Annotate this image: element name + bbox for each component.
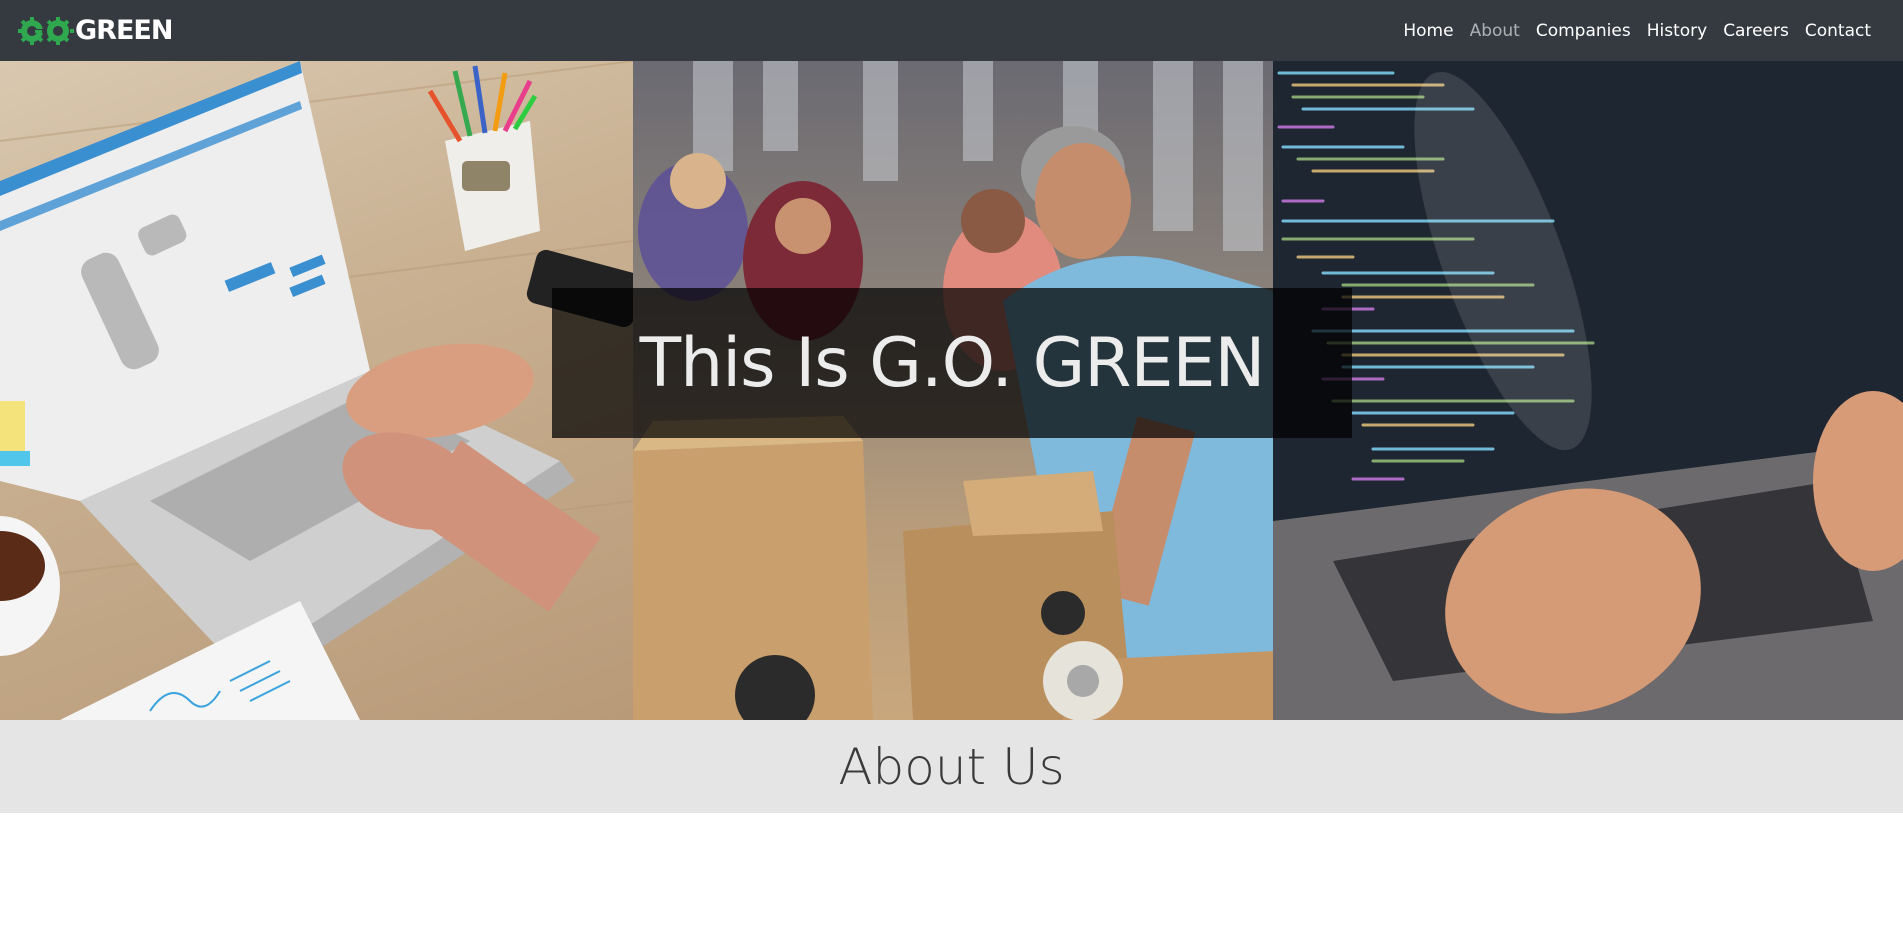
about-section-header: About Us: [0, 720, 1903, 813]
brand-logo: GREEN: [18, 15, 173, 46]
about-title: About Us: [838, 737, 1065, 796]
brand-name: GREEN: [75, 15, 173, 46]
go-logo-icon: [18, 16, 74, 46]
navbar: GREEN Home About Companies History Caree…: [0, 0, 1903, 61]
brand-logo-link[interactable]: GREEN: [18, 11, 173, 51]
nav-links: Home About Companies History Careers Con…: [1395, 21, 1879, 41]
nav-link-companies[interactable]: Companies: [1528, 21, 1639, 41]
nav-link-careers[interactable]: Careers: [1715, 21, 1797, 41]
nav-link-home[interactable]: Home: [1395, 21, 1461, 41]
nav-link-about[interactable]: About: [1462, 21, 1528, 41]
laptop-shopping-photo: [0, 61, 633, 720]
code-laptop-photo: [1273, 61, 1903, 720]
hero-banner: This Is G.O. GREEN: [552, 288, 1352, 438]
hero-section: This Is G.O. GREEN: [0, 61, 1903, 720]
nav-link-contact[interactable]: Contact: [1797, 21, 1879, 41]
nav-link-history[interactable]: History: [1639, 21, 1715, 41]
hero-title: This Is G.O. GREEN: [639, 323, 1266, 403]
